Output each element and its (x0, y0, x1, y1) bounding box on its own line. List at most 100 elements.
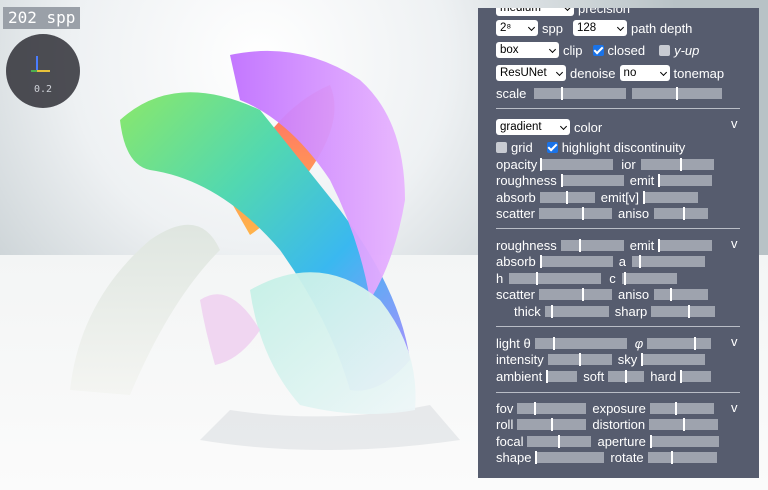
slider-thumb[interactable] (558, 434, 561, 448)
chevron-down-icon[interactable]: v (731, 400, 738, 415)
slider-thumb[interactable] (535, 450, 538, 464)
ior-slider[interactable] (640, 157, 714, 171)
slider-thumb[interactable] (552, 336, 555, 350)
slider-thumb[interactable] (679, 157, 682, 171)
slider-thumb[interactable] (688, 304, 691, 318)
aniso-slider[interactable] (654, 206, 709, 220)
slider-thumb[interactable] (546, 369, 549, 383)
a-slider[interactable] (631, 254, 705, 268)
slider-thumb[interactable] (649, 434, 652, 448)
scatter-slider[interactable] (539, 206, 613, 220)
emitv-slider[interactable] (643, 190, 699, 204)
yup-checkbox[interactable] (659, 44, 671, 56)
slider-thumb[interactable] (539, 254, 542, 268)
slider-thumb[interactable] (643, 190, 646, 204)
slider-thumb[interactable] (682, 206, 685, 220)
spp-select[interactable]: 2⁸ (496, 20, 538, 36)
c-slider[interactable] (621, 271, 677, 285)
sharp-slider[interactable] (651, 304, 716, 318)
closed-checkbox[interactable] (592, 44, 604, 56)
rotate-slider[interactable] (647, 450, 717, 464)
focal-slider[interactable] (527, 434, 592, 448)
roughness-slider[interactable] (560, 173, 624, 187)
section-divider (496, 326, 740, 327)
highlight-checkbox[interactable] (546, 141, 558, 153)
slider-thumb[interactable] (624, 271, 627, 285)
soft-slider[interactable] (608, 369, 645, 383)
roll-slider[interactable] (517, 417, 587, 431)
opacity-label: opacity (496, 156, 538, 172)
denoiser-select[interactable]: ResUNet (496, 65, 566, 81)
settings-panel: medium precision 2⁸ spp 128 path depth b… (478, 8, 759, 478)
intensity-label: intensity (496, 351, 544, 367)
slider-thumb[interactable] (669, 287, 672, 301)
slider-thumb[interactable] (680, 369, 683, 383)
aniso-label: aniso (618, 205, 650, 221)
slider-thumb[interactable] (561, 86, 564, 100)
slider-thumb[interactable] (676, 86, 679, 100)
aniso2-slider[interactable] (654, 287, 709, 301)
distortion-slider[interactable] (649, 417, 719, 431)
fov-slider[interactable] (517, 401, 587, 415)
slider-thumb[interactable] (581, 206, 584, 220)
emit2-slider[interactable] (658, 238, 713, 252)
slider-thumb[interactable] (550, 417, 553, 431)
slider-thumb[interactable] (579, 238, 582, 252)
slider-thumb[interactable] (566, 190, 569, 204)
thick-slider[interactable] (544, 304, 609, 318)
grid-checkbox[interactable] (496, 141, 507, 153)
h-row: h c (496, 270, 677, 286)
scale-slider[interactable] (534, 86, 627, 100)
spp-counter: 202 spp (3, 7, 81, 29)
path-depth-select[interactable]: 128 (572, 20, 627, 36)
slider-thumb[interactable] (581, 287, 584, 301)
slider-thumb[interactable] (625, 369, 628, 383)
sky-slider[interactable] (641, 352, 706, 366)
exposure-slider[interactable] (649, 401, 714, 415)
intensity-slider[interactable] (547, 352, 612, 366)
absorb-slider[interactable] (539, 190, 595, 204)
slider-thumb[interactable] (540, 157, 543, 171)
ambient-label: ambient (496, 368, 543, 384)
slider-thumb[interactable] (693, 336, 696, 350)
slider-thumb[interactable] (641, 352, 644, 366)
light-theta-slider[interactable] (534, 336, 627, 350)
slider-thumb[interactable] (536, 271, 539, 285)
tonemap-select[interactable]: no (619, 65, 670, 81)
slider-thumb[interactable] (639, 254, 642, 268)
ambient-slider[interactable] (546, 369, 578, 383)
slider-thumb[interactable] (560, 173, 563, 187)
chevron-down-icon[interactable]: v (731, 236, 738, 251)
scatter2-row: scatter aniso (496, 286, 709, 302)
emit-slider[interactable] (658, 173, 713, 187)
color-row: gradient color (496, 119, 606, 135)
chevron-down-icon[interactable]: v (731, 334, 738, 349)
axis-gizmo[interactable]: 0.2 (6, 34, 80, 108)
roughness2-slider[interactable] (560, 238, 624, 252)
light-theta-label: light θ (496, 335, 531, 351)
slider-thumb[interactable] (658, 173, 661, 187)
slider-thumb[interactable] (534, 401, 537, 415)
slider-thumb[interactable] (550, 304, 553, 318)
clip-select[interactable]: box (496, 42, 559, 58)
scale2-slider[interactable] (632, 86, 723, 100)
color-mode-select[interactable]: gradient (496, 119, 570, 135)
slider-thumb[interactable] (674, 401, 677, 415)
absorb2-slider[interactable] (539, 254, 613, 268)
opacity-slider[interactable] (540, 157, 614, 171)
thick-row: thick sharp (514, 303, 716, 319)
precision-select[interactable]: medium (496, 8, 574, 16)
slider-thumb[interactable] (682, 417, 685, 431)
light-phi-slider[interactable] (647, 336, 712, 350)
h-slider[interactable] (509, 271, 602, 285)
chevron-down-icon[interactable]: v (731, 116, 738, 131)
hard-slider[interactable] (680, 369, 712, 383)
slider-thumb[interactable] (578, 352, 581, 366)
roughness2-label: roughness (496, 237, 557, 253)
slider-thumb[interactable] (658, 238, 661, 252)
aperture-slider[interactable] (649, 434, 719, 448)
slider-thumb[interactable] (671, 450, 674, 464)
scatter2-slider[interactable] (539, 287, 613, 301)
shape-slider[interactable] (535, 450, 605, 464)
opacity-row: opacity ior (496, 156, 714, 172)
